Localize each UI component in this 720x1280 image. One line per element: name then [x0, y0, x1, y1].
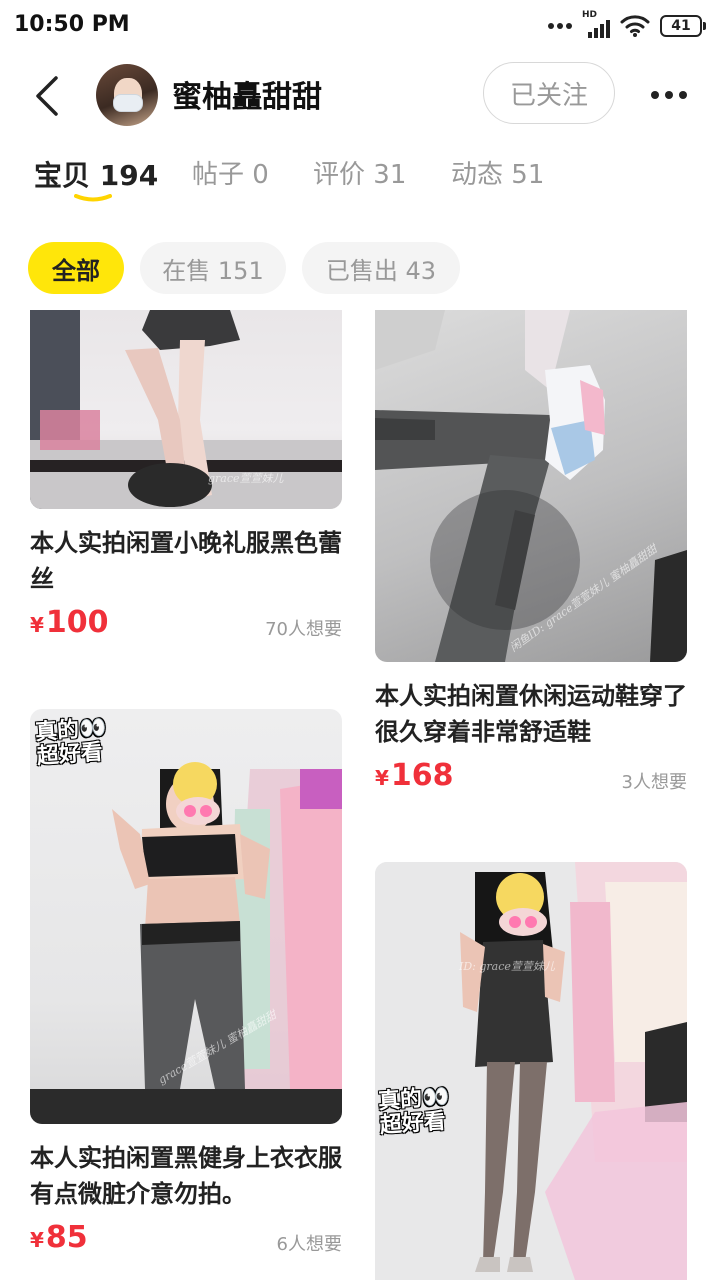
want-count: 6人想要 [276, 1234, 342, 1255]
back-arrow-icon[interactable] [30, 74, 66, 118]
product-title: 本人实拍闲置休闲运动鞋穿了很久穿着非常舒适鞋 [375, 682, 687, 746]
want-count: 3人想要 [621, 772, 687, 793]
product-image[interactable]: 闲鱼ID: grace萱萱妹儿 蜜柚矗甜甜 [375, 310, 687, 662]
product-image[interactable]: 真的👀 超好看 grace萱萱妹儿 蜜柚矗甜甜 [30, 709, 342, 1124]
product-title: 本人实拍闲置小晚礼服黑色蕾丝 [30, 529, 342, 593]
more-icon[interactable] [644, 78, 694, 112]
battery-icon: 41 [660, 15, 706, 37]
active-tab-indicator [74, 194, 112, 202]
tab-label: 动态 [451, 160, 504, 190]
wifi-icon [620, 15, 650, 37]
filter-on-sale[interactable]: 在售 151 [140, 242, 286, 294]
want-count: 70人想要 [265, 619, 342, 640]
signal-icon: HD [582, 10, 610, 38]
tab-label: 评价 [313, 160, 366, 190]
follow-button[interactable]: 已关注 [483, 62, 615, 124]
product-price: ¥168 [375, 758, 454, 793]
tab-count: 31 [373, 160, 407, 190]
network-label: HD [582, 10, 598, 20]
username[interactable]: 蜜柚矗甜甜 [172, 72, 322, 116]
tab-posts[interactable]: 帖子 0 [192, 154, 269, 191]
product-meta: ¥100 70人想要 [30, 605, 342, 653]
profile-tabs: 宝贝 194 帖子 0 评价 31 动态 51 [0, 150, 720, 210]
image-watermark: ID: grace萱萱妹儿 [459, 960, 555, 973]
status-icons: HD 41 [548, 10, 706, 40]
image-watermark: grace萱萱妹儿 [208, 472, 284, 485]
tab-count: 0 [252, 160, 269, 190]
product-price: ¥100 [30, 605, 109, 640]
product-price: ¥85 [30, 1220, 88, 1255]
tab-count: 194 [99, 159, 159, 192]
status-bar: 10:50 PM HD 41 [0, 0, 720, 52]
tab-items[interactable]: 宝贝 194 [34, 154, 158, 194]
notification-dots-icon [548, 23, 572, 29]
product-title: 本人实拍闲置黑健身上衣衣服有点微脏介意勿拍。 [30, 1144, 342, 1208]
status-time: 10:50 PM [14, 12, 130, 37]
profile-header: 蜜柚矗甜甜 已关注 [0, 56, 720, 136]
tab-activity[interactable]: 动态 51 [451, 154, 544, 191]
promo-sticker: 真的👀 超好看 [34, 715, 108, 770]
product-card[interactable]: 真的👀 超好看 grace萱萱妹儿 蜜柚矗甜甜 本人实拍闲置黑健身上衣衣服有点微脏… [30, 709, 342, 1268]
product-feed: grace萱萱妹儿 本人实拍闲置小晚礼服黑色蕾丝 ¥100 70人想要 闲鱼ID… [0, 310, 720, 1280]
product-card[interactable]: grace萱萱妹儿 本人实拍闲置小晚礼服黑色蕾丝 ¥100 70人想要 [30, 310, 342, 653]
tab-count: 51 [511, 160, 545, 190]
tab-label: 宝贝 [34, 159, 91, 192]
battery-level: 41 [660, 15, 702, 37]
product-meta: ¥85 6人想要 [30, 1220, 342, 1268]
product-image[interactable]: 真的👀 超好看 ID: grace萱萱妹儿 [375, 862, 687, 1280]
tab-label: 帖子 [192, 160, 245, 190]
avatar[interactable] [96, 64, 158, 126]
product-card[interactable]: 真的👀 超好看 ID: grace萱萱妹儿 [375, 862, 687, 1280]
product-meta: ¥168 3人想要 [375, 758, 687, 806]
filter-all[interactable]: 全部 [28, 242, 124, 294]
product-card[interactable]: 闲鱼ID: grace萱萱妹儿 蜜柚矗甜甜 本人实拍闲置休闲运动鞋穿了很久穿着非… [375, 310, 687, 806]
filter-chips: 全部 在售 151 已售出 43 [0, 240, 720, 296]
product-image[interactable]: grace萱萱妹儿 [30, 310, 342, 509]
filter-sold[interactable]: 已售出 43 [302, 242, 460, 294]
promo-sticker: 真的👀 超好看 [377, 1084, 451, 1139]
tab-reviews[interactable]: 评价 31 [313, 154, 406, 191]
